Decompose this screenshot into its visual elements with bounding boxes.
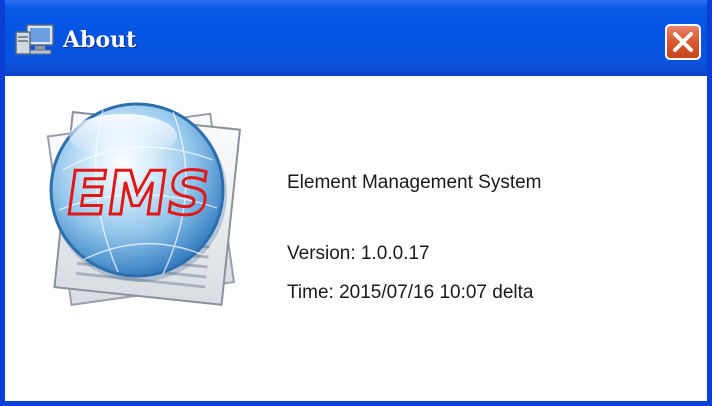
computer-icon xyxy=(15,24,55,58)
product-name: Element Management System xyxy=(287,172,542,193)
dialog-content: EMS Element Management System Version: 1… xyxy=(5,76,707,401)
build-time-text: Time: 2015/07/16 10:07 delta xyxy=(287,282,534,303)
ems-logo: EMS xyxy=(23,90,263,312)
version-text: Version: 1.0.0.17 xyxy=(287,243,430,264)
logo-text: EMS xyxy=(62,159,216,229)
title-bar[interactable]: About xyxy=(5,0,707,76)
close-button[interactable] xyxy=(665,24,701,60)
close-icon xyxy=(673,32,693,52)
about-dialog: About EMS Element Management System Vers… xyxy=(0,0,712,406)
window-title: About xyxy=(63,27,137,53)
